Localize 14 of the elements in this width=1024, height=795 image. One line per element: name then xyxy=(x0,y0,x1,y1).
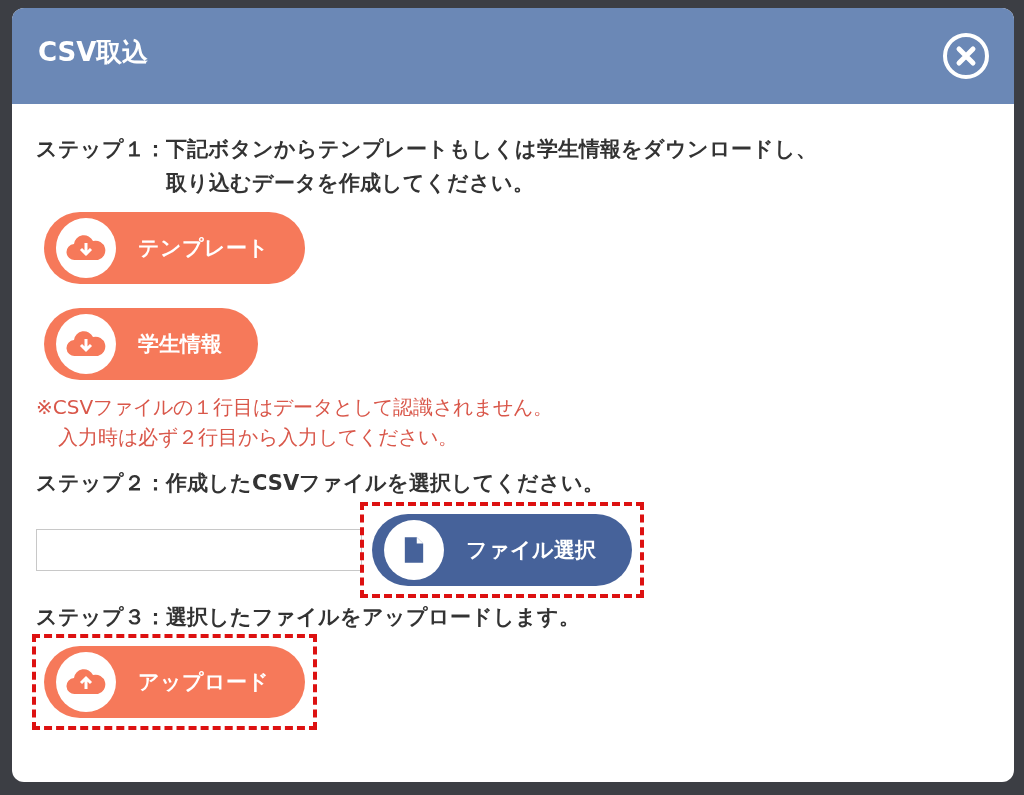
dialog-title: CSV取込 xyxy=(38,35,149,69)
note-text: 入力時は必ず２行目から入力してください。 xyxy=(57,424,459,451)
step-text: 作成したCSVファイルを選択してください。 xyxy=(166,470,605,497)
download-button[interactable]: テンプレート xyxy=(44,212,305,284)
step-label: ステップ１： xyxy=(36,136,166,163)
step-label: ステップ２： xyxy=(36,470,166,497)
step-text: 選択したファイルをアップロードします。 xyxy=(166,604,580,631)
note-text: ※CSVファイルの１行目はデータとして認識されません。 xyxy=(36,394,554,421)
step-label: ステップ３： xyxy=(36,604,166,631)
upload-button[interactable]: アップロード xyxy=(44,646,305,718)
step-text: 取り込むデータを作成してください。 xyxy=(166,170,535,197)
step-text: 下記ボタンからテンプレートもしくは学生情報をダウンロードし、 xyxy=(166,136,817,163)
file-select-button[interactable]: ファイル選択 xyxy=(372,514,632,586)
download-button[interactable]: 学生情報 xyxy=(44,308,258,380)
